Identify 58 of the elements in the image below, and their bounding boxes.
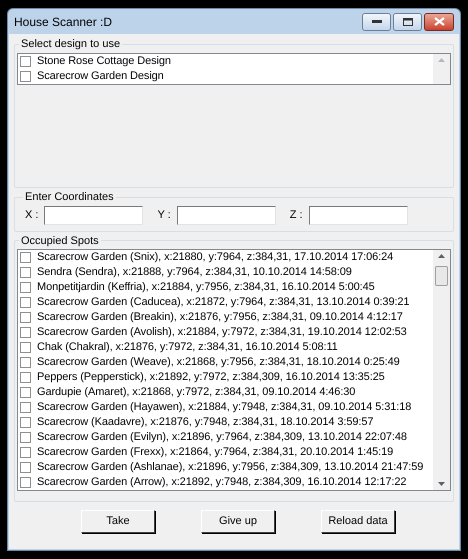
list-item-label[interactable]: Chak (Chakral), x:21876, y:7972, z:384,31, 16.10.2014 5:08:11	[37, 339, 338, 356]
checkbox[interactable]	[20, 447, 31, 458]
checkbox[interactable]	[20, 372, 31, 383]
list-item-label[interactable]: Stone Rose Cottage Design	[37, 52, 171, 70]
list-item-label[interactable]: Scarecrow Garden (Evilyn), x:21896, y:7964, z:384,309, 13.10.2014 22:07:48	[37, 429, 407, 446]
maximize-button[interactable]	[393, 12, 422, 30]
maximize-icon	[402, 18, 412, 26]
window-title: House Scanner :D	[14, 14, 112, 30]
field-label: Y :	[157, 208, 171, 223]
list-item-label[interactable]: Monpetitjardin (Keffria), x:21884, y:7956, z:384,31, 16.10.2014 5:00:45	[37, 279, 375, 296]
checkbox[interactable]	[20, 387, 31, 398]
minimize-icon	[372, 20, 382, 24]
checkbox[interactable]	[20, 432, 31, 443]
checkbox[interactable]	[20, 297, 31, 308]
list-item-label[interactable]: Scarecrow Garden (Avolish), x:21884, y:7972, z:384,31, 19.10.2014 12:02:53	[37, 324, 407, 341]
scroll-down-icon[interactable]	[438, 482, 445, 486]
checkbox[interactable]	[20, 477, 31, 488]
checkbox[interactable]	[20, 282, 31, 293]
list-item-label[interactable]: Scarecrow Garden (Arrow), x:21892, y:7948, z:384,309, 16.10.2014 12:17:22	[37, 474, 406, 490]
list-item-label[interactable]: Scarecrow Garden (Ashlanae), x:21896, y:7956, z:384,309, 13.10.2014 21:47:59	[37, 459, 424, 476]
list-item-label[interactable]: Scarecrow Garden (Frexx), x:21864, y:7964, z:384,31, 20.10.2014 1:45:19	[37, 444, 394, 461]
list-item-label[interactable]: Scarecrow Garden (Snix), x:21880, y:7964, z:384,31, 17.10.2014 17:06:24	[37, 250, 394, 266]
list-item-label[interactable]: Sendra (Sendra), x:21888, y:7964, z:384,31, 10.10.2014 14:58:09	[37, 264, 352, 281]
checkbox[interactable]	[20, 342, 31, 353]
list-item-label[interactable]: Scarecrow Garden (Caducea), x:21872, y:7964, z:384,31, 13.10.2014 0:39:21	[37, 294, 410, 311]
close-icon	[434, 17, 444, 26]
scroll-thumb[interactable]	[435, 266, 448, 286]
list-item-label[interactable]: Scarecrow Garden Design	[37, 68, 164, 84]
group-title: Enter Coordinates	[24, 190, 115, 205]
action-button[interactable]: Give up	[201, 510, 275, 533]
list-item-label[interactable]: Scarecrow (Kaadavre), x:21876, y:7948, z:384,31, 18.10.2014 3:59:57	[37, 414, 374, 431]
checkbox[interactable]	[20, 402, 31, 413]
checkbox[interactable]	[20, 357, 31, 368]
action-button[interactable]: Reload data	[321, 510, 395, 533]
input-field[interactable]	[176, 206, 276, 224]
group-title: Select design to use	[20, 37, 122, 52]
list-item-label[interactable]: Scarecrow Garden (Weave), x:21868, y:7956, z:384,31, 18.10.2014 0:25:49	[37, 354, 400, 371]
list-item-label[interactable]: Gardupie (Amaret), x:21868, y:7972, z:384,31, 09.10.2014 4:46:30	[37, 384, 356, 401]
checkbox[interactable]	[20, 56, 31, 66]
field-label: Z :	[290, 208, 303, 223]
field-label: X :	[25, 208, 38, 223]
list-item-label[interactable]: Scarecrow Garden (Breakin), x:21876, y:7956, z:384,31, 09.10.2014 4:12:17	[37, 309, 403, 326]
list-item-label[interactable]: Scarecrow Garden (Hayawen), x:21884, y:7948, z:384,31, 09.10.2014 5:31:18	[37, 399, 412, 416]
group-title: Occupied Spots	[20, 234, 100, 248]
minimize-button[interactable]	[362, 12, 391, 30]
checkbox[interactable]	[20, 312, 31, 323]
scroll-up-icon[interactable]	[438, 254, 445, 258]
checkbox[interactable]	[20, 267, 31, 278]
list-item-label[interactable]: Peppers (Pepperstick), x:21892, y:7972, z:384,309, 16.10.2014 13:35:25	[37, 369, 385, 386]
checkbox[interactable]	[20, 417, 31, 428]
input-field[interactable]	[44, 206, 144, 224]
input-field[interactable]	[308, 206, 408, 224]
checkbox[interactable]	[20, 327, 31, 338]
close-button[interactable]	[424, 12, 454, 30]
action-button[interactable]: Take	[81, 510, 155, 533]
checkbox[interactable]	[20, 70, 31, 82]
checkbox[interactable]	[20, 462, 31, 473]
checkbox[interactable]	[20, 252, 31, 263]
